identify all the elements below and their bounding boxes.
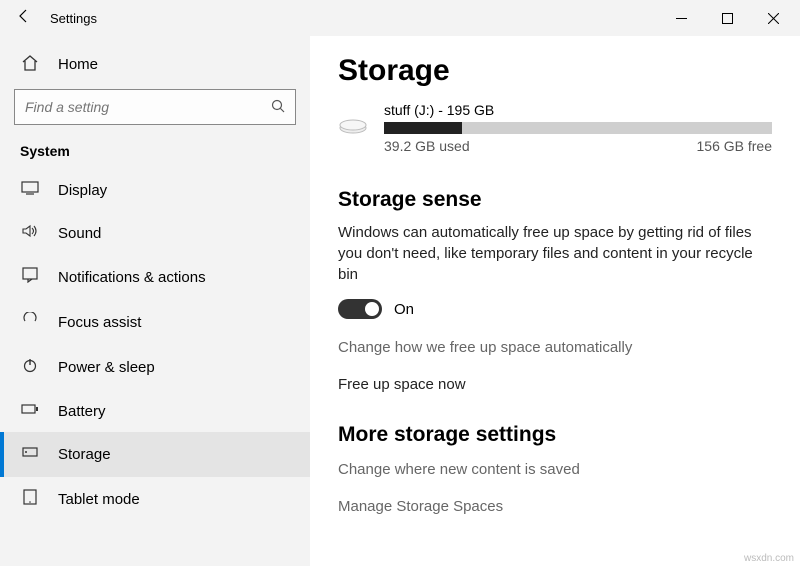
drive-icon	[338, 114, 368, 136]
sound-icon	[20, 224, 40, 243]
sidebar-item-storage[interactable]: Storage	[0, 432, 310, 477]
sidebar-item-sound[interactable]: Sound	[0, 212, 310, 255]
sidebar-item-battery[interactable]: Battery	[0, 390, 310, 432]
content-pane: Storage stuff (J:) - 195 GB 39.2 GB used…	[310, 36, 800, 566]
focus-assist-icon	[20, 312, 40, 333]
sidebar-home[interactable]: Home	[0, 46, 310, 89]
power-icon	[20, 357, 40, 378]
link-change-new-content[interactable]: Change where new content is saved	[338, 461, 772, 478]
sidebar-item-label: Focus assist	[58, 314, 141, 331]
window-title: Settings	[44, 11, 97, 26]
drive-free-label: 156 GB free	[697, 138, 773, 154]
titlebar: Settings	[0, 0, 800, 36]
more-storage-heading: More storage settings	[338, 423, 772, 447]
battery-icon	[20, 402, 40, 420]
sidebar-home-label: Home	[58, 56, 98, 73]
link-free-up-now[interactable]: Free up space now	[338, 376, 772, 393]
sidebar-item-label: Power & sleep	[58, 359, 155, 376]
storage-icon	[20, 444, 40, 465]
sidebar-item-notifications[interactable]: Notifications & actions	[0, 255, 310, 300]
link-change-auto-free[interactable]: Change how we free up space automaticall…	[338, 339, 772, 356]
close-button[interactable]	[750, 0, 796, 36]
sidebar-item-label: Storage	[58, 446, 111, 463]
back-button[interactable]	[4, 8, 44, 29]
sidebar-item-label: Sound	[58, 225, 101, 242]
storage-sense-description: Windows can automatically free up space …	[338, 222, 772, 285]
storage-sense-toggle[interactable]	[338, 299, 382, 319]
drive-usage-bar	[384, 122, 772, 134]
maximize-button[interactable]	[704, 0, 750, 36]
page-title: Storage	[338, 54, 772, 88]
storage-sense-heading: Storage sense	[338, 188, 772, 212]
tablet-mode-icon	[20, 489, 40, 510]
sidebar-item-focus-assist[interactable]: Focus assist	[0, 300, 310, 345]
toggle-knob	[365, 302, 379, 316]
watermark: wsxdn.com	[744, 553, 794, 564]
storage-sense-toggle-label: On	[394, 301, 414, 318]
sidebar-item-label: Notifications & actions	[58, 269, 206, 286]
sidebar: Home System Display Sound Notifica	[0, 36, 310, 566]
search-icon	[271, 99, 285, 116]
search-input[interactable]	[25, 99, 271, 115]
sidebar-item-tablet-mode[interactable]: Tablet mode	[0, 477, 310, 522]
sidebar-item-label: Battery	[58, 403, 106, 420]
link-manage-storage-spaces[interactable]: Manage Storage Spaces	[338, 498, 772, 515]
sidebar-item-label: Display	[58, 182, 107, 199]
drive-block[interactable]: stuff (J:) - 195 GB 39.2 GB used 156 GB …	[338, 102, 772, 154]
search-box[interactable]	[14, 89, 296, 125]
drive-used-label: 39.2 GB used	[384, 138, 470, 154]
drive-name: stuff (J:) - 195 GB	[384, 102, 772, 118]
sidebar-section-label: System	[0, 143, 310, 169]
sidebar-item-power-sleep[interactable]: Power & sleep	[0, 345, 310, 390]
drive-usage-fill	[384, 122, 462, 134]
display-icon	[20, 181, 40, 200]
minimize-button[interactable]	[658, 0, 704, 36]
sidebar-item-display[interactable]: Display	[0, 169, 310, 212]
home-icon	[20, 54, 40, 75]
sidebar-item-label: Tablet mode	[58, 491, 140, 508]
notifications-icon	[20, 267, 40, 288]
